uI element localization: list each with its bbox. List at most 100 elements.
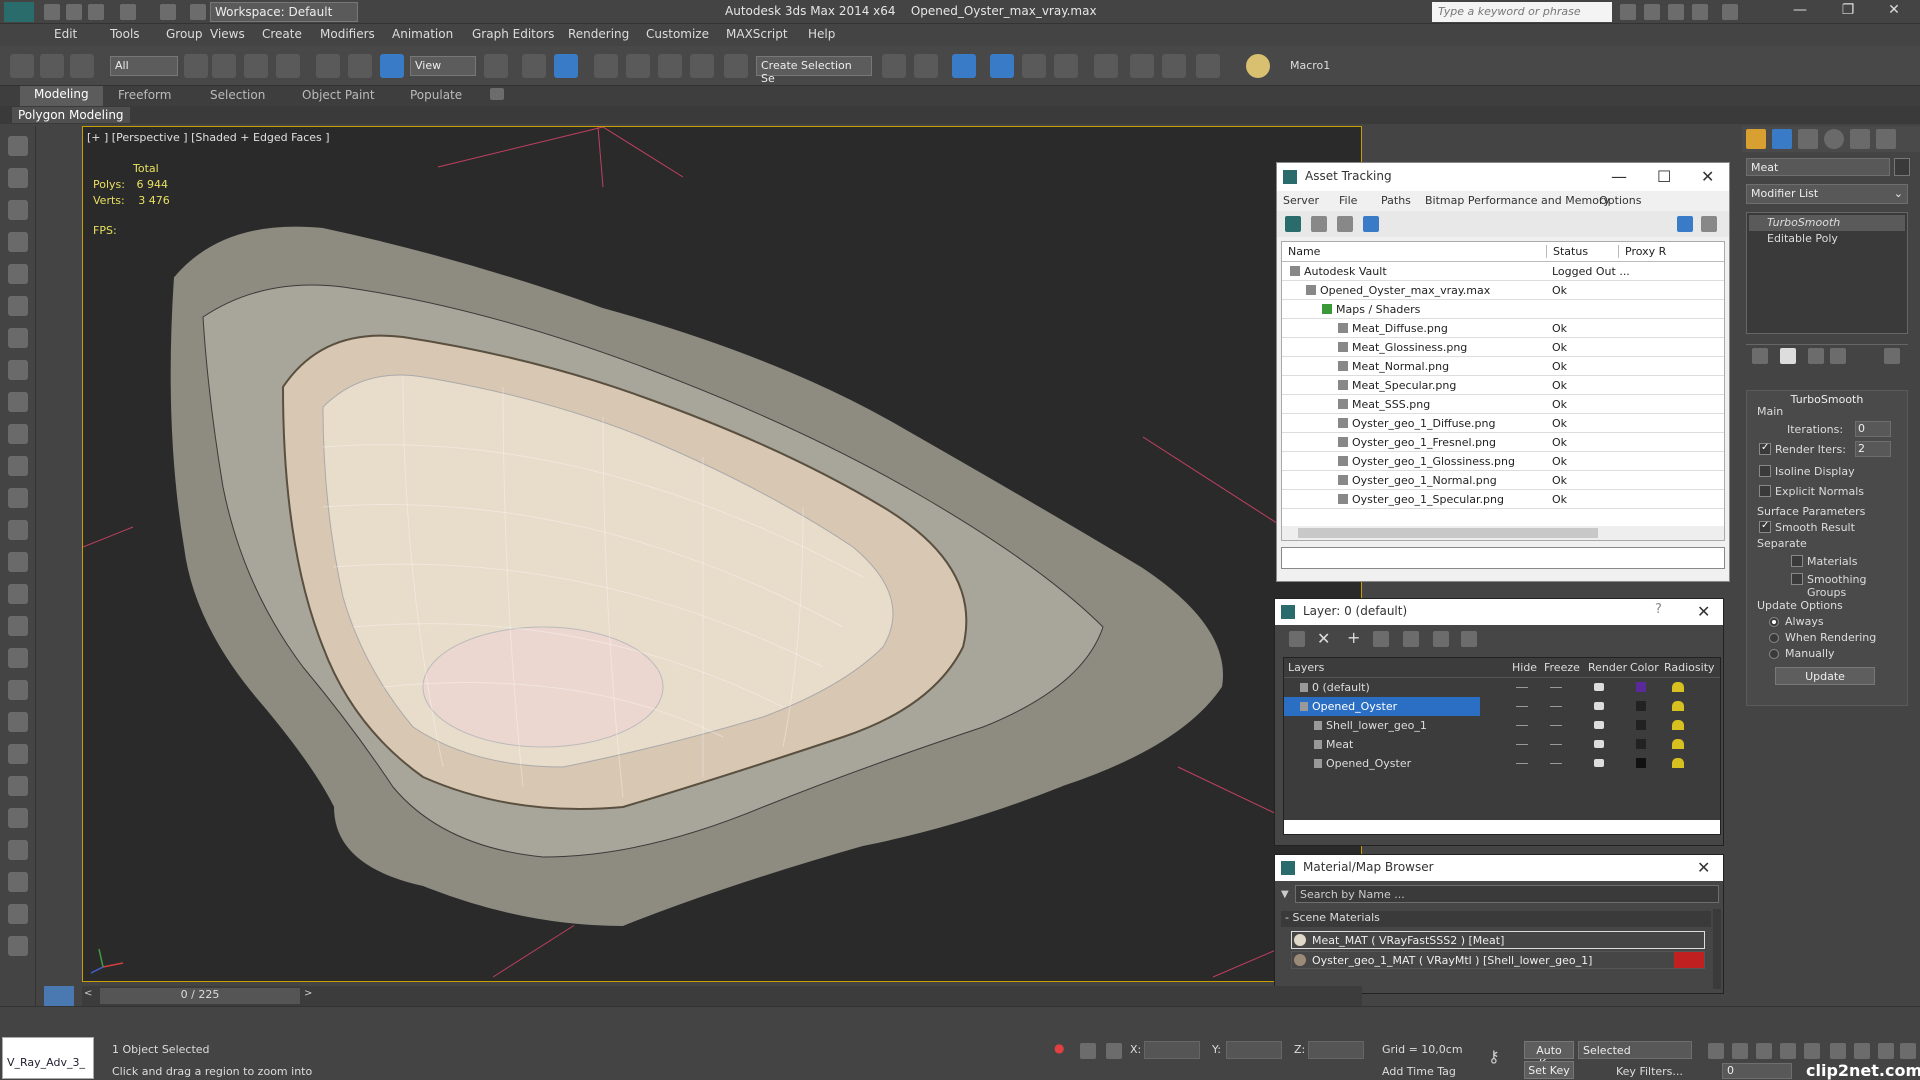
graphite-toggle-icon[interactable]	[1022, 54, 1046, 78]
radiosity-toggle[interactable]	[1672, 720, 1684, 730]
help-icon[interactable]	[8, 936, 28, 956]
ribbon-tab-freeform[interactable]: Freeform	[118, 88, 171, 102]
table-row[interactable]: Meat_SSS.png Ok	[1282, 395, 1724, 414]
prev-key-icon[interactable]	[1732, 1043, 1748, 1059]
show-end-result-icon[interactable]	[1780, 348, 1796, 364]
asset-menu-paths[interactable]: Paths	[1381, 194, 1411, 207]
asset-menu-bitmap-performance-and-memory[interactable]: Bitmap Performance and Memory	[1425, 194, 1610, 207]
table-row[interactable]: Meat_Normal.png Ok	[1282, 357, 1724, 376]
ref-coord-dropdown[interactable]: View	[410, 56, 476, 76]
menu-views[interactable]: Views	[210, 27, 245, 41]
grid-view-icon[interactable]	[1363, 216, 1379, 232]
display-tab-icon[interactable]	[1850, 129, 1870, 149]
material-editor-icon[interactable]	[1130, 54, 1154, 78]
hide-all-icon[interactable]	[1433, 631, 1449, 647]
col-radiosity[interactable]: Radiosity	[1664, 661, 1715, 674]
table-row[interactable]: Meat_Specular.png Ok	[1282, 376, 1724, 395]
table-row[interactable]: Oyster_geo_1_Specular.png Ok	[1282, 490, 1724, 509]
render-icon[interactable]	[8, 808, 28, 828]
make-unique-icon[interactable]	[1808, 348, 1824, 364]
keyboard-shortcut-icon[interactable]	[554, 54, 578, 78]
new-file-icon[interactable]	[44, 4, 60, 20]
zoom-extents-icon[interactable]	[1878, 1043, 1894, 1059]
highlight-layer-icon[interactable]	[1403, 631, 1419, 647]
absolute-mode-icon[interactable]	[1106, 1043, 1122, 1059]
menu-maxscript[interactable]: MAXScript	[726, 27, 788, 41]
render-toggle[interactable]	[1594, 721, 1604, 729]
auto-key-button[interactable]: Auto Key	[1524, 1041, 1574, 1070]
create-helper-icon[interactable]	[8, 264, 28, 284]
layer-row[interactable]: Opened_Oyster	[1284, 697, 1480, 716]
layer-row[interactable]: Meat	[1284, 735, 1720, 754]
modifier-list-dropdown[interactable]: Modifier List ⌄	[1746, 184, 1908, 204]
key-icon[interactable]	[1644, 4, 1660, 20]
always-radio[interactable]	[1769, 617, 1779, 627]
table-row[interactable]: Oyster_geo_1_Normal.png Ok	[1282, 471, 1724, 490]
layer-color-swatch[interactable]	[1636, 739, 1646, 749]
material-item[interactable]: Oyster_geo_1_MAT ( VRayMtl ) [Shell_lowe…	[1291, 951, 1705, 969]
key-filters-button[interactable]: Key Filters...	[1616, 1065, 1683, 1078]
scene-materials-section[interactable]: - Scene Materials	[1281, 911, 1711, 927]
smooth-result-checkbox[interactable]	[1759, 520, 1771, 533]
help-icon[interactable]	[1722, 4, 1738, 20]
restore-icon[interactable]: ❐	[1828, 2, 1868, 22]
layer-manager-icon[interactable]	[990, 54, 1014, 78]
ribbon-tab-populate[interactable]: Populate	[410, 88, 462, 102]
close-icon[interactable]: ✕	[1874, 2, 1914, 22]
binoculars-icon[interactable]	[1620, 4, 1636, 20]
asset-path-field[interactable]	[1281, 547, 1725, 569]
render-toggle[interactable]	[1594, 702, 1604, 710]
object-name-field[interactable]: Meat	[1746, 158, 1890, 176]
material-item[interactable]: Meat_MAT ( VRayFastSSS2 ) [Meat]	[1291, 931, 1705, 949]
modify-tab-icon[interactable]	[1772, 129, 1792, 149]
torus-icon[interactable]	[8, 488, 28, 508]
select-by-name-icon[interactable]	[212, 54, 236, 78]
create-shape-icon[interactable]	[8, 168, 28, 188]
render-iters-checkbox[interactable]	[1759, 442, 1771, 455]
table-row[interactable]: Meat_Glossiness.png Ok	[1282, 338, 1724, 357]
menu-rendering[interactable]: Rendering	[568, 27, 629, 41]
percent-snap-icon[interactable]	[658, 54, 682, 78]
minimize-icon[interactable]: —	[1780, 2, 1820, 22]
col-render[interactable]: Render	[1588, 661, 1627, 674]
layer-row[interactable]: 0 (default)	[1284, 678, 1720, 697]
browser-options-icon[interactable]: ▼	[1281, 889, 1289, 900]
create-camera-icon[interactable]	[8, 232, 28, 252]
angle-snap-icon[interactable]	[626, 54, 650, 78]
cylinder-icon[interactable]	[8, 424, 28, 444]
isoline-checkbox[interactable]	[1759, 465, 1771, 477]
freeze-toggle[interactable]	[1550, 744, 1562, 745]
rotate-icon[interactable]	[348, 54, 372, 78]
bind-spacewarp-icon[interactable]	[70, 54, 94, 78]
material-search-input[interactable]: Search by Name ...	[1295, 885, 1719, 903]
search-input[interactable]: Type a keyword or phrase	[1432, 2, 1612, 22]
freeze-toggle[interactable]	[1550, 725, 1562, 726]
frame-indicator[interactable]: 0 / 225	[100, 988, 300, 1004]
menu-tools[interactable]: Tools	[110, 27, 140, 41]
current-frame-field[interactable]: 0	[1722, 1063, 1792, 1079]
layer-row[interactable]: Opened_Oyster	[1284, 754, 1720, 773]
macro-label[interactable]: Macro1	[1290, 59, 1330, 72]
workspace-dropdown[interactable]: Workspace: Default	[210, 2, 358, 22]
select-manipulate-icon[interactable]	[522, 54, 546, 78]
col-layers[interactable]: Layers	[1288, 661, 1324, 674]
close-icon[interactable]: ✕	[1697, 858, 1710, 877]
polygon-modeling-tab[interactable]: Polygon Modeling	[12, 107, 130, 123]
table-row[interactable]: Opened_Oyster_max_vray.max Ok	[1282, 281, 1724, 300]
open-file-icon[interactable]	[66, 4, 82, 20]
hierarchy-tab-icon[interactable]	[1798, 129, 1818, 149]
next-frame-icon[interactable]: >	[304, 988, 312, 999]
systems-icon[interactable]	[8, 328, 28, 348]
next-key-icon[interactable]	[1780, 1043, 1796, 1059]
scale-icon[interactable]	[380, 54, 404, 78]
ribbon-tab-modeling[interactable]: Modeling	[20, 86, 103, 106]
col-freeze[interactable]: Freeze	[1544, 661, 1580, 674]
col-hide[interactable]: Hide	[1512, 661, 1537, 674]
new-layer-icon[interactable]	[1289, 631, 1305, 647]
key-mode-dropdown[interactable]: Selected	[1578, 1041, 1692, 1059]
hide-toggle[interactable]	[1516, 744, 1528, 745]
cone-icon[interactable]	[8, 456, 28, 476]
col-name[interactable]: Name	[1288, 245, 1320, 258]
spacewarp-icon[interactable]	[8, 296, 28, 316]
layer-row[interactable]: Shell_lower_geo_1	[1284, 716, 1720, 735]
